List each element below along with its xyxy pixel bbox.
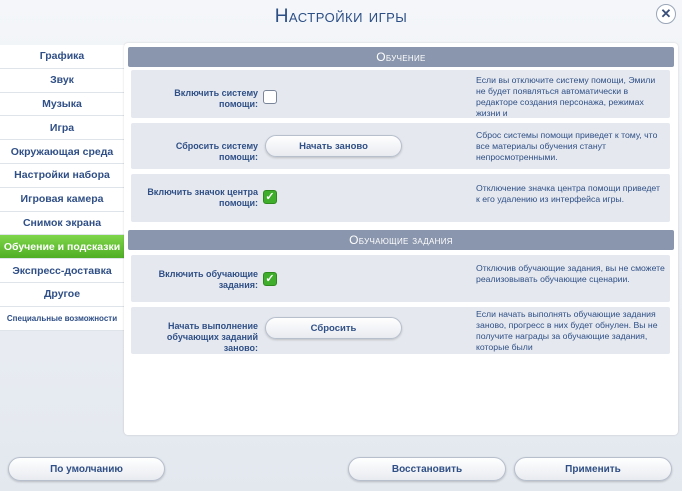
restart-tasks-description: Если начать выполнять обучающие задания …	[476, 309, 658, 352]
defaults-button[interactable]: По умолчанию	[8, 457, 165, 481]
restart-tasks-label: Начать выполнение обучающих заданий зано…	[166, 321, 258, 353]
enable-tasks-checkbox[interactable]: ✓	[263, 272, 277, 286]
section-header-training: Обучение	[128, 47, 674, 67]
sidebar-item-delivery[interactable]: Экспресс-доставка	[0, 259, 124, 283]
restore-button[interactable]: Восстановить	[348, 457, 506, 481]
settings-panel: Обучение Включить систему помощи: Если в…	[124, 43, 678, 435]
sidebar-item-accessibility[interactable]: Специальные возможности	[0, 306, 124, 331]
apply-button[interactable]: Применить	[514, 457, 672, 481]
settings-window: Настройки игры ✕ Графика Звук Музыка Игр…	[0, 0, 682, 491]
help-icon-label: Включить значок центра помощи:	[147, 187, 258, 208]
enable-tasks-description: Отключив обучающие задания, вы не сможет…	[476, 263, 665, 284]
reset-tasks-button[interactable]: Сбросить	[265, 317, 402, 339]
help-system-label: Включить систему помощи:	[174, 88, 258, 109]
row-reset-help: Сбросить систему помощи: Начать заново С…	[131, 123, 670, 169]
restart-help-button[interactable]: Начать заново	[265, 135, 402, 157]
section-header-tutorial-tasks: Обучающие задания	[128, 230, 674, 250]
window-title: Настройки игры	[274, 6, 408, 27]
help-system-description: Если вы отключите систему помощи, Эмили …	[476, 75, 656, 118]
sidebar-item-screenshot[interactable]: Снимок экрана	[0, 211, 124, 236]
enable-tasks-label: Включить обучающие задания:	[158, 269, 258, 290]
row-help-icon: Включить значок центра помощи: ✓ Отключе…	[131, 174, 670, 222]
sidebar-item-keybindings[interactable]: Настройки набора	[0, 163, 124, 188]
sidebar: Графика Звук Музыка Игра Окружающая сред…	[0, 45, 124, 445]
sidebar-item-other[interactable]: Другое	[0, 282, 124, 307]
reset-help-label: Сбросить систему помощи:	[175, 141, 258, 162]
sidebar-item-tutorial[interactable]: Обучение и подсказки	[0, 235, 124, 260]
help-icon-description: Отключение значка центра помощи приведет…	[476, 183, 660, 204]
checkmark-icon: ✓	[265, 190, 275, 203]
row-restart-tasks: Начать выполнение обучающих заданий зано…	[131, 307, 670, 354]
sidebar-item-music[interactable]: Музыка	[0, 92, 124, 117]
sidebar-item-environment[interactable]: Окружающая среда	[0, 140, 124, 164]
help-icon-checkbox[interactable]: ✓	[263, 190, 277, 204]
sidebar-item-camera[interactable]: Игровая камера	[0, 187, 124, 212]
sidebar-item-game[interactable]: Игра	[0, 116, 124, 141]
row-help-system: Включить систему помощи: Если вы отключи…	[131, 70, 670, 118]
close-icon[interactable]: ✕	[656, 4, 676, 24]
sidebar-item-sound[interactable]: Звук	[0, 68, 124, 93]
help-system-checkbox[interactable]	[263, 90, 277, 104]
checkmark-icon: ✓	[265, 272, 275, 285]
reset-help-description: Сброс системы помощи приведет к тому, чт…	[476, 130, 658, 162]
row-enable-tasks: Включить обучающие задания: ✓ Отключив о…	[131, 255, 670, 302]
sidebar-item-graphics[interactable]: Графика	[0, 45, 124, 69]
